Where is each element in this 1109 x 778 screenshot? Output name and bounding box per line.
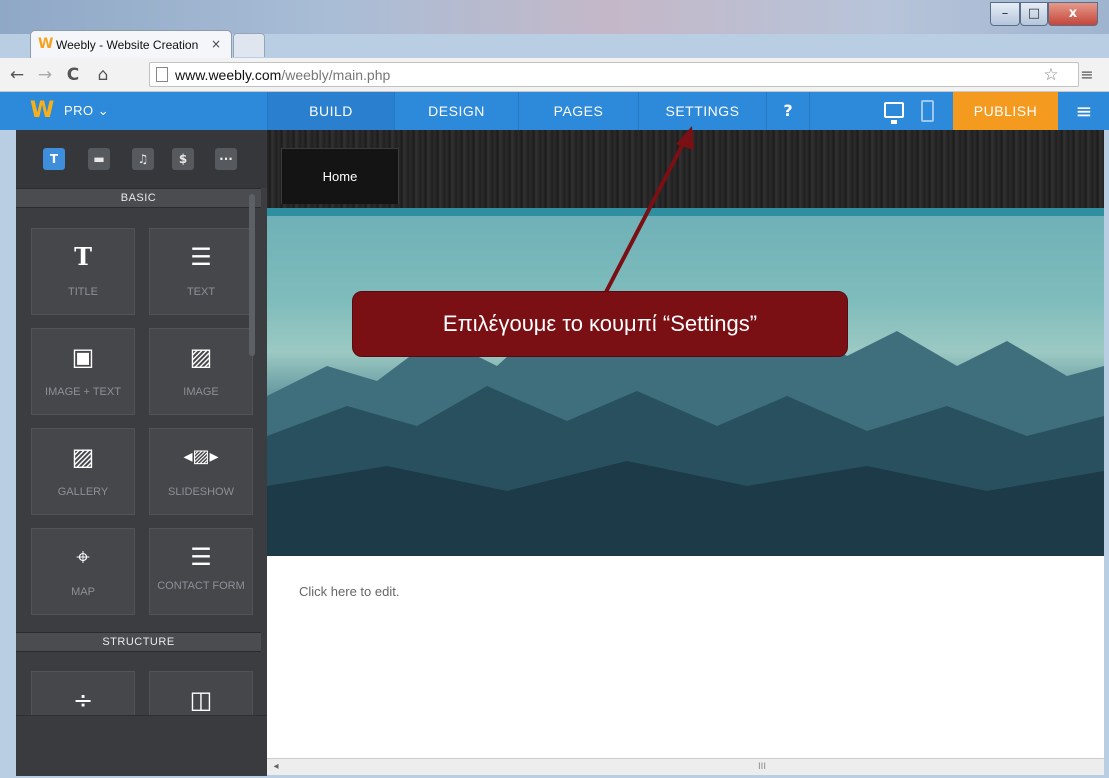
element-text[interactable]: ☰ TEXT [149, 228, 253, 315]
maximize-button[interactable]: □ [1020, 2, 1048, 26]
sidebar-footer [16, 715, 267, 776]
section-structure: STRUCTURE [16, 632, 261, 652]
element-image-text[interactable]: ▣ IMAGE + TEXT [31, 328, 135, 415]
tab-close-icon[interactable]: × [208, 36, 224, 52]
new-tab-button[interactable] [233, 33, 265, 57]
tab-design[interactable]: DESIGN [394, 92, 518, 130]
forward-icon[interactable]: → [34, 63, 56, 87]
browser-toolbar: ← → C ⌂ www.weebly.com/weebly/main.php ☆… [0, 58, 1109, 92]
hamburger-menu-icon[interactable]: ≡ [1064, 92, 1104, 130]
title-icon: T [74, 242, 92, 271]
chrome-menu-icon[interactable]: ≡ [1074, 63, 1100, 87]
mobile-view-icon[interactable] [921, 100, 934, 122]
publish-button[interactable]: PUBLISH [953, 92, 1058, 130]
element-label: GALLERY [57, 486, 109, 498]
text-tools-icon[interactable]: T [43, 148, 65, 170]
element-divider[interactable]: ÷ [31, 671, 135, 719]
columns-icon: ◫ [189, 686, 213, 714]
element-columns[interactable]: ◫ [149, 671, 253, 719]
element-label: CONTACT FORM [157, 580, 245, 592]
element-label: IMAGE [183, 386, 219, 398]
element-contact-form[interactable]: ☰ CONTACT FORM [149, 528, 253, 615]
help-icon[interactable]: ? [766, 92, 810, 130]
annotation-callout: Επιλέγουμε το κουμπί “Settings” [352, 291, 848, 357]
nav-home-page[interactable]: Home [281, 148, 399, 204]
reload-icon[interactable]: C [62, 63, 84, 87]
url-domain: www.weebly.com [175, 67, 282, 83]
close-window-button[interactable]: x [1048, 2, 1098, 26]
mountains-image [267, 296, 1104, 556]
more-tools-icon[interactable]: ··· [215, 148, 237, 170]
layout-tools-icon[interactable]: ▬ [88, 148, 110, 170]
gallery-icon: ▨ [71, 443, 95, 471]
image-icon: ▨ [189, 343, 213, 371]
sidebar-tool-tabs: T ▬ ♫ $ ··· [16, 130, 267, 188]
page-icon [156, 67, 168, 82]
element-label: MAP [71, 586, 95, 598]
element-title[interactable]: T TITLE [31, 228, 135, 315]
url-text: www.weebly.com/weebly/main.php [175, 66, 390, 84]
header-accent-strip [267, 208, 1104, 216]
element-label: TITLE [68, 286, 98, 298]
bookmark-star-icon[interactable]: ☆ [1040, 63, 1062, 87]
element-gallery[interactable]: ▨ GALLERY [31, 428, 135, 515]
commerce-tools-icon[interactable]: $ [172, 148, 194, 170]
title-bar [0, 0, 1109, 34]
element-map[interactable]: ⌖ MAP [31, 528, 135, 615]
tab-title: Weebly - Website Creation [56, 38, 199, 52]
weebly-favicon-icon: W [38, 36, 54, 52]
section-basic: BASIC [16, 188, 261, 208]
tab-build[interactable]: BUILD [267, 92, 394, 130]
tab-settings[interactable]: SETTINGS [638, 92, 766, 130]
scroll-left-icon[interactable]: ◂ [269, 760, 283, 774]
browser-window: W Weebly - Website Creation × – □ x ← → … [0, 0, 1109, 778]
site-canvas[interactable]: Home Click here to edit. [267, 130, 1104, 758]
minimize-button[interactable]: – [990, 2, 1020, 26]
tab-pages[interactable]: PAGES [518, 92, 638, 130]
slideshow-icon: ◂▨▸ [183, 446, 219, 467]
content-placeholder-text[interactable]: Click here to edit. [299, 583, 399, 601]
elements-sidebar: T ▬ ♫ $ ··· BASIC T TITLE ☰ TEXT ▣ IMAGE… [16, 130, 267, 776]
image-text-icon: ▣ [71, 343, 95, 371]
pro-plan-dropdown[interactable]: PRO ⌄ [64, 101, 109, 121]
element-image[interactable]: ▨ IMAGE [149, 328, 253, 415]
home-icon[interactable]: ⌂ [92, 63, 114, 87]
element-label: TEXT [186, 286, 216, 298]
contact-form-icon: ☰ [190, 543, 212, 571]
address-bar[interactable]: www.weebly.com/weebly/main.php [149, 62, 1079, 87]
scroll-grip-icon[interactable]: III [747, 761, 777, 773]
url-path: /weebly/main.php [281, 67, 391, 83]
desktop-view-icon[interactable] [884, 102, 904, 124]
media-tools-icon[interactable]: ♫ [132, 148, 154, 170]
map-pin-icon: ⌖ [76, 543, 90, 571]
element-label: SLIDESHOW [167, 486, 234, 498]
horizontal-scrollbar[interactable]: ◂ III [267, 758, 1104, 775]
weebly-top-bar: W PRO ⌄ BUILD DESIGN PAGES SETTINGS ? PU… [0, 92, 1109, 130]
weebly-logo-icon[interactable]: W [30, 99, 56, 123]
element-slideshow[interactable]: ◂▨▸ SLIDESHOW [149, 428, 253, 515]
element-label: IMAGE + TEXT [45, 386, 121, 398]
sidebar-scrollbar[interactable] [249, 194, 255, 356]
divider-icon: ÷ [72, 686, 94, 714]
text-icon: ☰ [190, 243, 212, 271]
back-icon[interactable]: ← [6, 63, 28, 87]
